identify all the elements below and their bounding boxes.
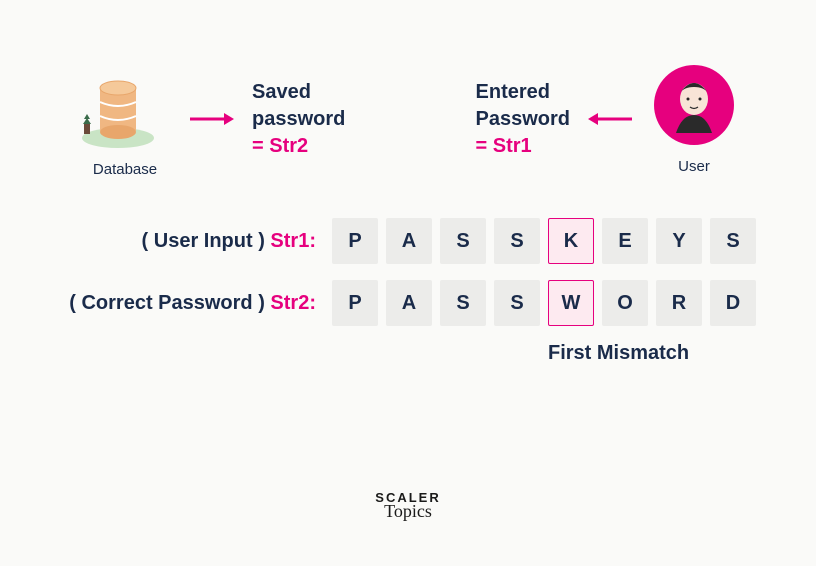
entered-line1: Entered [476,79,570,106]
char-cell: A [386,280,432,326]
str2-var: Str2: [270,292,316,314]
arrow-right-icon [188,105,234,133]
entered-password-text: Entered Password = Str1 [476,79,570,160]
char-cell: Y [656,218,702,264]
row-str2: ( Correct Password ) Str2: PASSWORD [60,280,756,326]
char-cell: K [548,218,594,264]
saved-eq: = Str2 [252,133,345,160]
user-input-prefix: ( User Input ) [142,230,271,252]
saved-line2: password [252,106,345,133]
row-str1-label: ( User Input ) Str1: [142,230,316,253]
row-str1: ( User Input ) Str1: PASSKEYS [60,218,756,264]
char-cell: E [602,218,648,264]
top-row: Database Saved password = Str2 Entered P… [0,0,816,198]
database-group: Database Saved password = Str2 [80,60,345,178]
char-cell: D [710,280,756,326]
first-mismatch-label: First Mismatch [548,342,756,365]
cells-str1: PASSKEYS [332,218,756,264]
user-label: User [652,158,736,175]
logo-line2: Topics [375,501,440,522]
scaler-topics-logo: SCALER Topics [375,490,440,522]
char-cell: S [494,218,540,264]
char-cell: P [332,280,378,326]
database-icon [80,60,170,150]
char-cell: W [548,280,594,326]
user-group: Entered Password = Str1 User [476,63,736,175]
entered-line2: Password [476,106,570,133]
char-cell: P [332,218,378,264]
correct-prefix: ( Correct Password ) [69,292,270,314]
char-cell: S [440,280,486,326]
cells-str2: PASSWORD [332,280,756,326]
char-cell: R [656,280,702,326]
arrow-left-icon [588,105,634,133]
database-label: Database [80,161,170,178]
saved-line1: Saved [252,79,345,106]
saved-password-text: Saved password = Str2 [252,79,345,160]
char-cell: S [440,218,486,264]
char-cell: S [710,218,756,264]
row-str2-label: ( Correct Password ) Str2: [69,292,316,315]
char-cell: S [494,280,540,326]
user-icon-wrap: User [652,63,736,175]
database-icon-wrap: Database [80,60,170,178]
char-cell: O [602,280,648,326]
entered-eq: = Str1 [476,133,570,160]
user-avatar-icon [652,63,736,147]
char-cell: A [386,218,432,264]
str1-var: Str1: [270,230,316,252]
comparison-rows: ( User Input ) Str1: PASSKEYS ( Correct … [0,198,816,375]
